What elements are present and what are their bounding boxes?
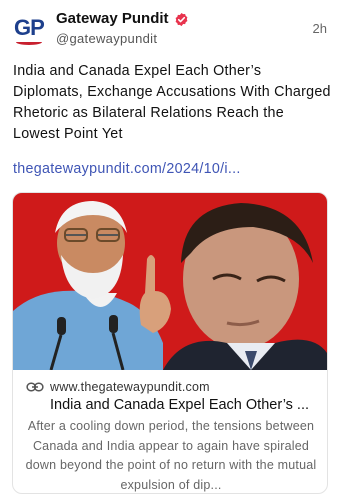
post[interactable]: GP Gateway Pundit @gatewaypundit 2h Indi…: [0, 0, 341, 500]
display-name[interactable]: Gateway Pundit: [56, 10, 169, 28]
author-row: Gateway Pundit: [56, 10, 189, 28]
handle[interactable]: @gatewaypundit: [56, 31, 157, 47]
link-description: After a cooling down period, the tension…: [25, 419, 317, 492]
avatar-logo-text: GP: [14, 15, 45, 40]
post-link[interactable]: thegatewaypundit.com/2024/10/i...: [13, 159, 241, 179]
link-preview-image[interactable]: [13, 193, 327, 370]
avatar-swoosh: [16, 39, 42, 45]
link-title[interactable]: India and Canada Expel Each Other’s ...: [50, 396, 322, 415]
avatar[interactable]: GP: [12, 13, 46, 47]
timestamp: 2h: [312, 21, 327, 36]
link-chain-icon: [26, 382, 44, 392]
link-domain: www.thegatewaypundit.com: [50, 380, 210, 394]
link-preview-card[interactable]: www.thegatewaypundit.com India and Canad…: [12, 192, 328, 494]
verified-badge-icon: [175, 12, 187, 26]
post-text: India and Canada Expel Each Other’s Dipl…: [13, 63, 331, 142]
